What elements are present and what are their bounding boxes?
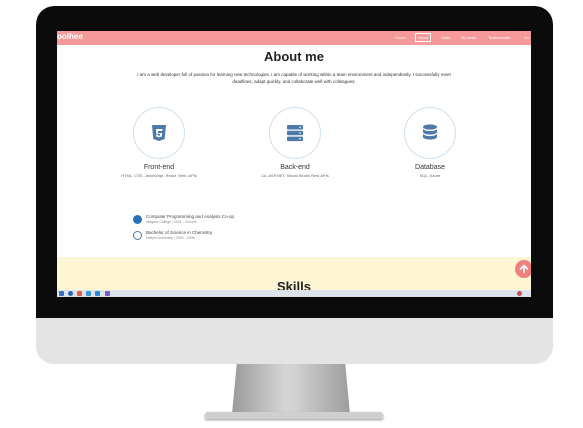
skill-details: SQL, Azure <box>419 173 441 178</box>
college-logo-icon <box>133 215 142 224</box>
skill-circle <box>133 107 185 159</box>
monitor-base <box>205 412 383 419</box>
education-meta: Niagara College | 2021 - Current <box>146 220 197 224</box>
education-title: Bachelor of Science in Chemistry <box>146 230 213 235</box>
education-item: Computer Programming and Analysis Co-op … <box>133 214 353 230</box>
server-icon <box>287 125 303 142</box>
arrow-up-icon <box>519 264 529 274</box>
skill-circle <box>269 107 321 159</box>
search-icon[interactable] <box>68 291 73 296</box>
app-icon[interactable] <box>86 291 91 296</box>
app-icon[interactable] <box>95 291 100 296</box>
navbar: oolhee Home About Skills My work Testimo… <box>57 31 531 45</box>
skill-circle <box>404 107 456 159</box>
education-item: Bachelor of Science in Chemistry Hallym … <box>133 230 353 246</box>
skill-title: Back-end <box>280 164 310 171</box>
skill-back-end: Back-end C#, ASP.NET, Visual Studio Rest… <box>240 107 350 179</box>
app-icon[interactable] <box>77 291 82 296</box>
nav-item-contact[interactable]: Co <box>524 35 529 40</box>
education-meta: Hallym University | 2002 - 2006 <box>146 236 195 240</box>
html5-icon <box>152 125 166 141</box>
nav-item-skills[interactable]: Skills <box>441 35 450 40</box>
app-icon[interactable] <box>105 291 110 296</box>
about-title: About me <box>264 49 324 64</box>
nav-item-about[interactable]: About <box>415 33 432 42</box>
brand-logo[interactable]: oolhee <box>57 32 83 41</box>
monitor-chin <box>36 318 553 364</box>
skill-title: Front-end <box>143 164 175 171</box>
university-logo-icon <box>133 231 142 240</box>
skill-details: C#, ASP.NET, Visual Studio Rest APIs <box>261 173 329 178</box>
monitor-stand <box>232 364 350 414</box>
tray-icon[interactable] <box>517 291 522 296</box>
education-list: Computer Programming and Analysis Co-op … <box>133 214 353 246</box>
education-title: Computer Programming and Analysis Co-op <box>146 214 235 219</box>
skill-details: HTML, CSS, JavaScript, React, Web, APIs <box>121 173 197 178</box>
nav-item-home[interactable]: Home <box>395 35 406 40</box>
nav-item-testimonials[interactable]: Testimonials <box>488 35 510 40</box>
start-icon[interactable] <box>59 291 64 296</box>
skill-database: Database SQL, Azure <box>375 107 485 179</box>
taskbar <box>57 290 531 297</box>
website-screen: oolhee Home About Skills My work Testimo… <box>57 31 531 297</box>
about-description: I am a web developer full of passion for… <box>137 72 451 84</box>
skill-front-end: Front-end HTML, CSS, JavaScript, React, … <box>104 107 214 179</box>
database-icon <box>423 124 437 140</box>
skill-title: Database <box>415 164 445 171</box>
nav-item-my-work[interactable]: My work <box>461 35 476 40</box>
scroll-to-top-button[interactable] <box>515 260 531 278</box>
